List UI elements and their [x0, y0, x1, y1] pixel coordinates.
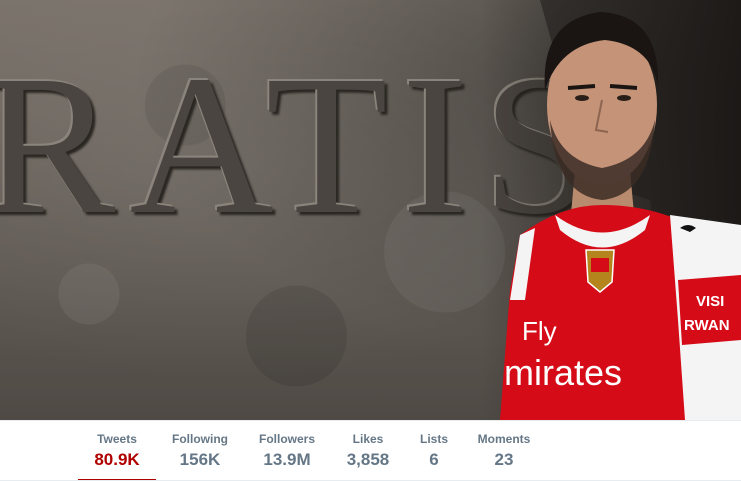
stat-tweets[interactable]: Tweets 80.9K [78, 431, 156, 481]
stat-likes-value: 3,858 [346, 450, 390, 469]
shirt-sponsor-line1: Fly [522, 316, 557, 346]
stat-tweets-label: Tweets [97, 432, 137, 446]
player-image: Fly mirates VISI RWAN [500, 0, 741, 420]
stat-lists-label: Lists [419, 432, 448, 446]
stat-lists[interactable]: Lists 6 [414, 431, 454, 481]
stat-following-value: 156K [179, 450, 221, 469]
stat-tweets-value: 80.9K [94, 450, 140, 469]
stat-followers-value: 13.9M [263, 450, 311, 469]
stat-following-label: Following [172, 432, 228, 446]
stat-lists-value: 6 [429, 450, 439, 469]
stat-likes-label: Likes [352, 432, 384, 446]
stat-following[interactable]: Following 156K [165, 431, 235, 481]
profile-stats-nav: Tweets 80.9K Following 156K Followers 13… [0, 420, 741, 481]
sleeve-text-line2: RWAN [684, 317, 730, 334]
stat-followers[interactable]: Followers 13.9M [252, 431, 322, 481]
stat-followers-label: Followers [258, 432, 315, 446]
profile-banner: RATIS Fly mirates VISI RWAN [0, 0, 741, 420]
sleeve-text-line1: VISI [696, 293, 724, 310]
stat-moments[interactable]: Moments 23 [472, 431, 536, 481]
stat-moments-label: Moments [477, 432, 531, 446]
shirt-sponsor-line2: mirates [504, 352, 622, 393]
stat-likes[interactable]: Likes 3,858 [338, 431, 398, 481]
stat-moments-value: 23 [494, 450, 514, 469]
